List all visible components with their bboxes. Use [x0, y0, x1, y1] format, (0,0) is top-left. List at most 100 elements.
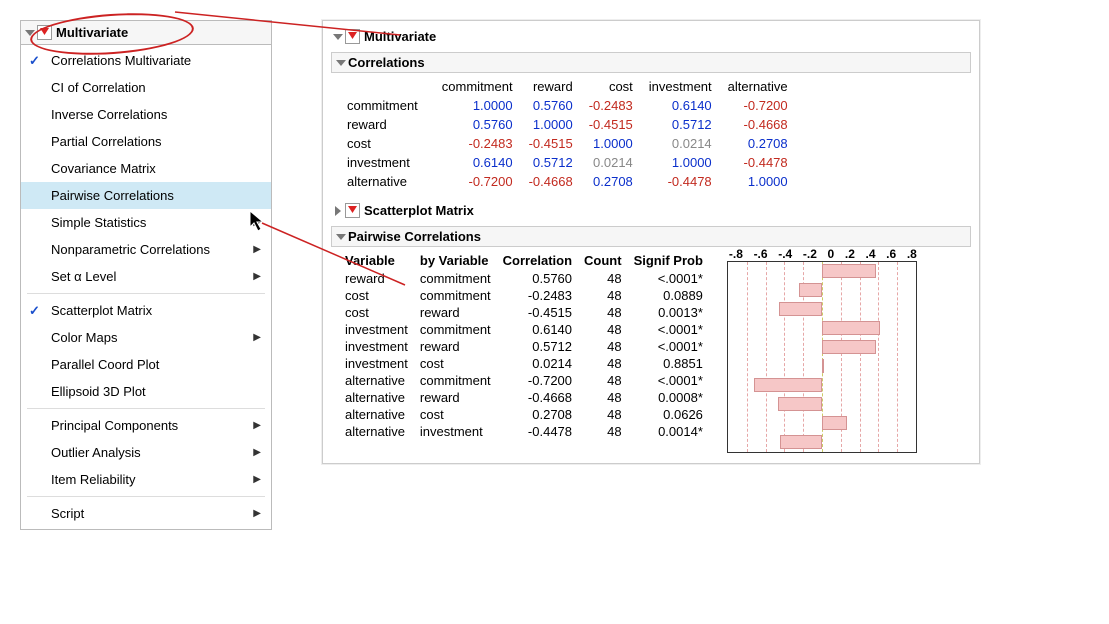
corr-cell: -0.4515 [585, 115, 645, 134]
disclosure-triangle-icon[interactable] [336, 60, 346, 66]
multivariate-menu: ✓Correlations Multivariate CI of Correlat… [20, 44, 272, 530]
table-row: alternativecommitment-0.720048<.0001* [343, 372, 713, 389]
axis-tick: -.6 [754, 247, 768, 261]
menu-item-label: Partial Correlations [51, 134, 162, 149]
corr-cell: -0.7200 [438, 172, 525, 191]
corr-cell: 0.0214 [585, 153, 645, 172]
submenu-arrow-icon: ▶ [253, 420, 261, 431]
table-row: investmentcommitment0.614048<.0001* [343, 321, 713, 338]
menu-item-set-level[interactable]: Set α Level ▶ [21, 263, 271, 290]
table-row: rewardcommitment0.576048<.0001* [343, 270, 713, 287]
corr-cell: -0.4478 [724, 153, 800, 172]
corr-cell: 0.5760 [438, 115, 525, 134]
submenu-arrow-icon: ▶ [253, 508, 261, 519]
correlation-bar [780, 435, 822, 449]
axis-tick: .8 [907, 247, 917, 261]
multivariate-header[interactable]: Multivariate [20, 20, 272, 44]
menu-item-simple-statistics[interactable]: Simple Statistics▶ [21, 209, 271, 236]
menu-item-color-maps[interactable]: Color Maps▶ [21, 324, 271, 351]
corr-cell: 1.0000 [585, 134, 645, 153]
menu-item-item-reliability[interactable]: Item Reliability▶ [21, 466, 271, 493]
correlation-bar-chart [727, 261, 917, 453]
pairwise-label: Pairwise Correlations [348, 229, 481, 244]
corr-cell: -0.7200 [724, 96, 800, 115]
disclosure-triangle-icon[interactable] [336, 234, 346, 240]
axis-tick: -.4 [778, 247, 792, 261]
output-title: Multivariate [364, 29, 436, 44]
table-row: investmentreward0.571248<.0001* [343, 338, 713, 355]
menu-item-label: Set α Level [51, 269, 116, 284]
menu-item-label: Covariance Matrix [51, 161, 156, 176]
menu-item-label: Inverse Correlations [51, 107, 167, 122]
corr-cell: 0.5712 [645, 115, 724, 134]
corr-cell: 0.2708 [724, 134, 800, 153]
output-title-header[interactable]: Multivariate [331, 25, 971, 48]
scatterplot-label: Scatterplot Matrix [364, 203, 474, 218]
menu-item-label: Item Reliability [51, 472, 136, 487]
submenu-arrow-icon: ▶ [253, 244, 261, 255]
corr-cell: -0.4668 [724, 115, 800, 134]
menu-item-partial-correlations[interactable]: Partial Correlations [21, 128, 271, 155]
menu-separator [27, 496, 265, 497]
menu-item-ci-of-correlation[interactable]: CI of Correlation [21, 74, 271, 101]
menu-item-label: Ellipsoid 3D Plot [51, 384, 146, 399]
red-hotspot-icon[interactable] [37, 25, 52, 40]
menu-item-pairwise-correlations[interactable]: Pairwise Correlations [21, 182, 271, 209]
pairwise-section-header[interactable]: Pairwise Correlations [331, 226, 971, 247]
menu-item-outlier-analysis[interactable]: Outlier Analysis ▶ [21, 439, 271, 466]
menu-item-covariance-matrix[interactable]: Covariance Matrix [21, 155, 271, 182]
menu-item-principal-components[interactable]: Principal Components ▶ [21, 412, 271, 439]
disclosure-triangle-icon[interactable] [335, 206, 341, 216]
correlation-bar [822, 340, 876, 354]
checkmark-icon: ✓ [29, 303, 40, 319]
correlation-bar [778, 397, 822, 411]
menu-separator [27, 293, 265, 294]
menu-item-label: CI of Correlation [51, 80, 146, 95]
correlations-section-header[interactable]: Correlations [331, 52, 971, 73]
corr-cell: 0.2708 [585, 172, 645, 191]
menu-item-scatterplot-matrix[interactable]: ✓ Scatterplot Matrix [21, 297, 271, 324]
corr-cell: -0.4478 [645, 172, 724, 191]
table-row: investmentcost0.0214480.8851 [343, 355, 713, 372]
red-hotspot-icon[interactable] [345, 203, 360, 218]
correlation-bar [799, 283, 822, 297]
corr-cell: 1.0000 [724, 172, 800, 191]
menu-item-inverse-correlations[interactable]: Inverse Correlations [21, 101, 271, 128]
pairwise-table: Variableby VariableCorrelationCountSigni… [343, 251, 713, 440]
menu-item-label: Parallel Coord Plot [51, 357, 159, 372]
table-row: costcommitment-0.2483480.0889 [343, 287, 713, 304]
table-row: costreward-0.4515480.0013* [343, 304, 713, 321]
corr-cell: -0.2483 [585, 96, 645, 115]
red-hotspot-icon[interactable] [345, 29, 360, 44]
corr-cell: 0.5760 [525, 96, 585, 115]
disclosure-triangle-icon[interactable] [25, 30, 35, 36]
menu-item-label: Outlier Analysis [51, 445, 141, 460]
menu-item-label: Scatterplot Matrix [51, 303, 152, 318]
correlation-bar [779, 302, 821, 316]
correlation-bar [822, 321, 880, 335]
disclosure-triangle-icon[interactable] [333, 34, 343, 40]
corr-cell: 1.0000 [438, 96, 525, 115]
axis-tick: -.2 [803, 247, 817, 261]
menu-separator [27, 408, 265, 409]
menu-item-parallel-coord-plot[interactable]: Parallel Coord Plot [21, 351, 271, 378]
correlation-bar [822, 416, 847, 430]
bar-axis-ticks: -.8-.6-.4-.20.2.4.6.8 [727, 247, 919, 261]
menu-item-correlations-multivariate[interactable]: ✓Correlations Multivariate [21, 47, 271, 74]
axis-tick: .2 [845, 247, 855, 261]
checkmark-icon: ✓ [29, 53, 40, 69]
submenu-arrow-icon: ▶ [253, 271, 261, 282]
scatterplot-section-header[interactable]: Scatterplot Matrix [331, 199, 971, 222]
axis-tick: 0 [828, 247, 835, 261]
submenu-arrow-icon: ▶ [253, 447, 261, 458]
correlation-bar [754, 378, 822, 392]
menu-item-ellipsoid-3d-plot[interactable]: Ellipsoid 3D Plot [21, 378, 271, 405]
table-row: alternativeinvestment-0.4478480.0014* [343, 423, 713, 440]
menu-item-script[interactable]: Script▶ [21, 500, 271, 527]
menu-item-nonparametric-correlations[interactable]: Nonparametric Correlations ▶ [21, 236, 271, 263]
correlation-bar [822, 264, 876, 278]
menu-item-label: Principal Components [51, 418, 178, 433]
multivariate-title: Multivariate [56, 25, 128, 40]
corr-cell: -0.2483 [438, 134, 525, 153]
menu-item-label: Nonparametric Correlations [51, 242, 210, 257]
